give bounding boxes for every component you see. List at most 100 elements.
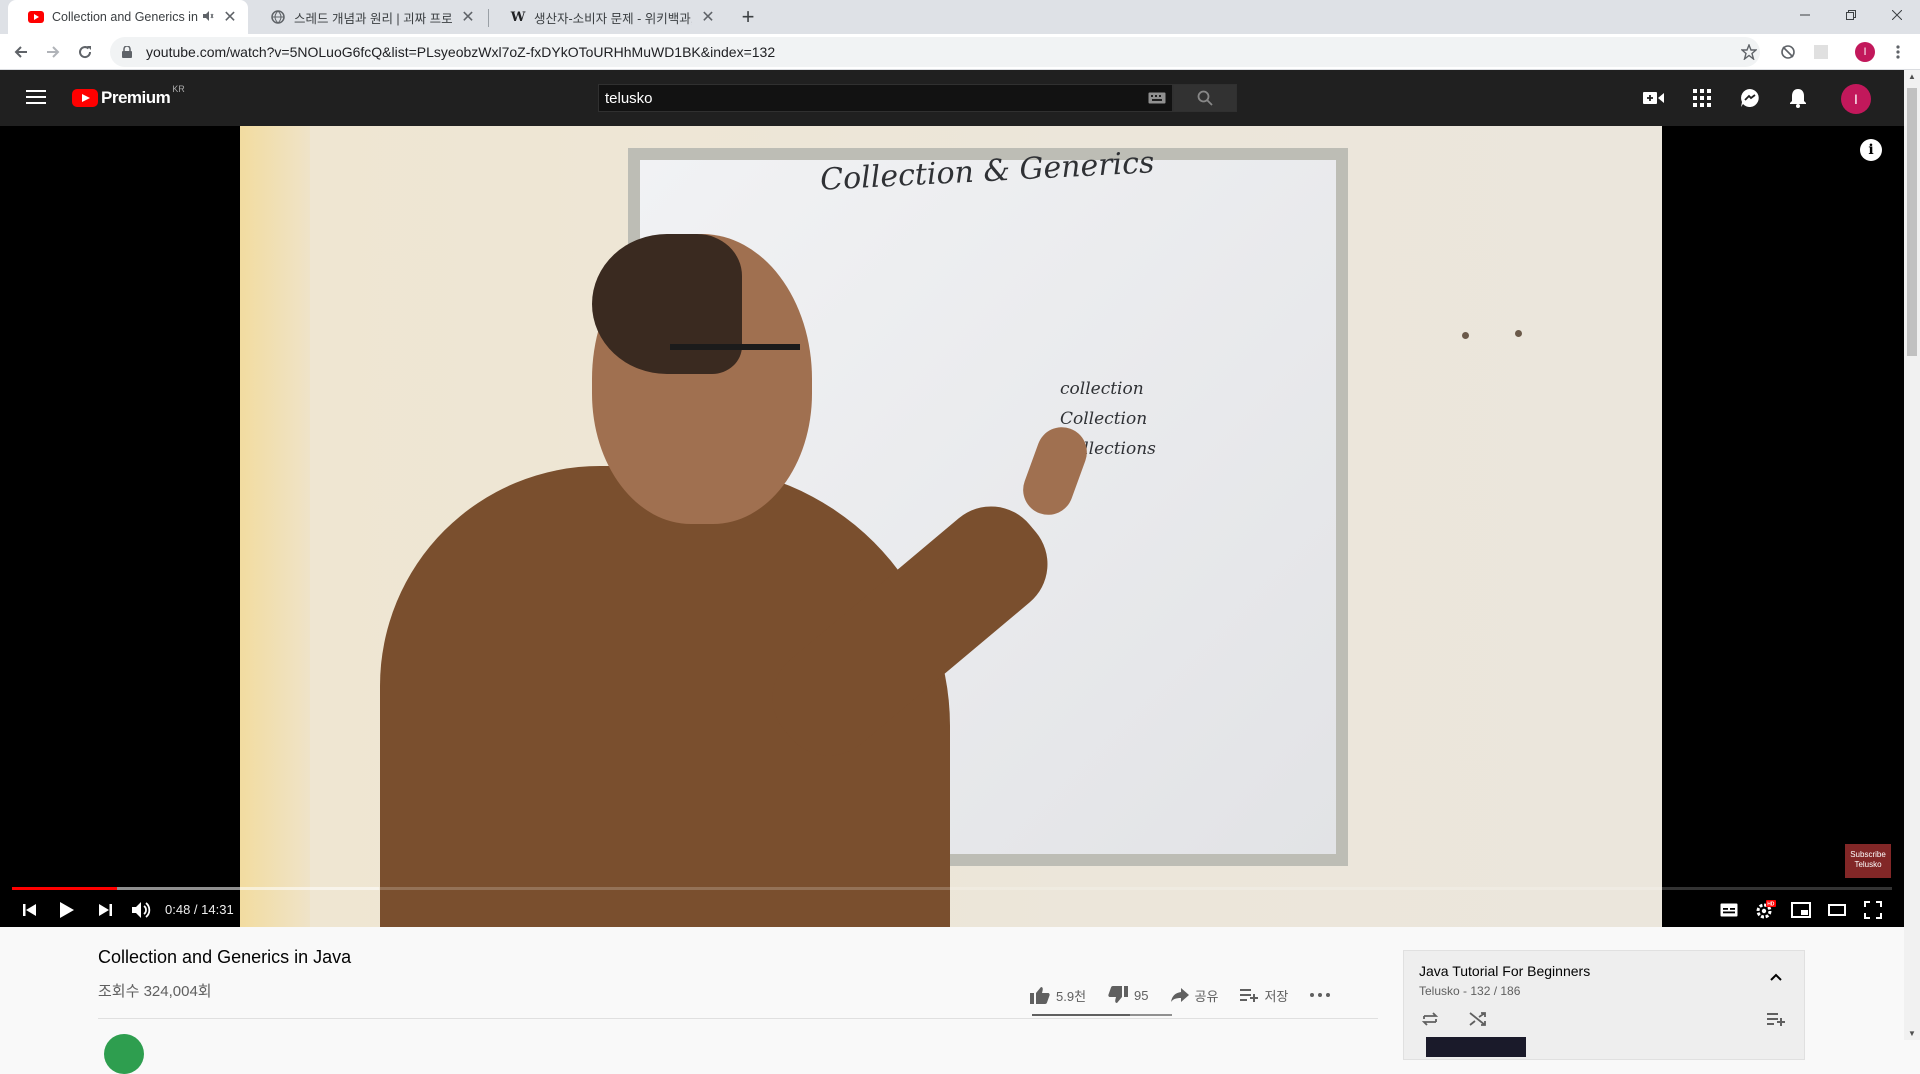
- youtube-logo[interactable]: Premium KR: [72, 84, 185, 108]
- bookmark-star-icon[interactable]: [1739, 42, 1759, 62]
- presenter-glasses: [670, 344, 800, 350]
- wikipedia-icon: W: [510, 9, 526, 25]
- search-icon: [1197, 90, 1213, 106]
- tab-close-icon[interactable]: ✕: [700, 7, 716, 27]
- restore-button[interactable]: [1828, 0, 1874, 30]
- dislike-button[interactable]: 95: [1108, 986, 1149, 1004]
- thumbs-down-icon: [1108, 986, 1129, 1003]
- back-button[interactable]: [8, 39, 34, 65]
- new-tab-button[interactable]: +: [734, 4, 762, 32]
- more-actions-button[interactable]: [1310, 993, 1336, 997]
- share-button[interactable]: 공유: [1170, 986, 1219, 1005]
- scrollbar-thumb[interactable]: [1907, 88, 1917, 356]
- whiteboard-word: collection: [1060, 379, 1144, 399]
- time-separator: /: [190, 902, 202, 917]
- logo-region: KR: [172, 84, 185, 94]
- channel-watermark[interactable]: Subscribe Telusko: [1845, 844, 1891, 878]
- next-video-icon[interactable]: [90, 895, 120, 925]
- progress-bar[interactable]: [12, 887, 1892, 890]
- url-text[interactable]: youtube.com/watch?v=5NOLuoG6fcQ&list=PLs…: [146, 44, 775, 60]
- playlist-title[interactable]: Java Tutorial For Beginners: [1419, 963, 1590, 979]
- save-label: 저장: [1264, 988, 1289, 1004]
- create-video-icon[interactable]: [1642, 86, 1666, 110]
- apps-grid-icon[interactable]: [1690, 86, 1714, 110]
- current-time: 0:48: [165, 902, 191, 917]
- fullscreen-icon[interactable]: [1858, 895, 1888, 925]
- svg-text:HD: HD: [1767, 902, 1775, 908]
- tab-close-icon[interactable]: ✕: [460, 7, 476, 27]
- video-frame: Collection & Generics collection Collect…: [240, 126, 1662, 927]
- minimize-button[interactable]: [1782, 0, 1828, 30]
- browser-menu-icon[interactable]: [1888, 42, 1908, 62]
- tab-separator: [488, 9, 489, 27]
- notifications-bell-icon[interactable]: [1786, 86, 1810, 110]
- search-button[interactable]: [1173, 84, 1237, 112]
- youtube-masthead: Premium KR I: [0, 70, 1904, 126]
- share-label: 공유: [1194, 988, 1219, 1004]
- messages-icon[interactable]: [1738, 86, 1762, 110]
- info-icon[interactable]: i: [1860, 139, 1882, 161]
- channel-avatar[interactable]: [104, 1034, 144, 1074]
- playlist-subtitle: Telusko - 132 / 186: [1419, 984, 1521, 998]
- browser-toolbar: youtube.com/watch?v=5NOLuoG6fcQ&list=PLs…: [0, 34, 1920, 70]
- play-icon[interactable]: [52, 895, 82, 925]
- scroll-up-arrow-icon[interactable]: ▲: [1908, 72, 1916, 81]
- view-count: 조회수 324,004회: [98, 983, 212, 1000]
- address-bar[interactable]: youtube.com/watch?v=5NOLuoG6fcQ&list=PLs…: [110, 37, 1760, 67]
- thumbs-up-icon: [1030, 987, 1050, 1004]
- playlist-add-icon: [1240, 989, 1259, 1002]
- chevron-up-icon[interactable]: [1764, 965, 1788, 989]
- tab-close-icon[interactable]: ✕: [222, 7, 238, 27]
- tab-wikipedia[interactable]: W 생산자-소비자 문제 - 위키백과, ✕: [490, 0, 726, 34]
- close-window-button[interactable]: [1874, 0, 1920, 30]
- miniplayer-icon[interactable]: [1786, 895, 1816, 925]
- browser-tab-strip: Collection and Generics in Java ✕ 스레드 개념…: [0, 0, 1920, 34]
- reload-button[interactable]: [72, 39, 98, 65]
- extension-icon[interactable]: [1811, 42, 1831, 62]
- search-input[interactable]: [599, 89, 1142, 107]
- video-player[interactable]: Collection & Generics collection Collect…: [0, 126, 1904, 927]
- like-ratio-bar: [1032, 1014, 1172, 1016]
- playlist-save-icon[interactable]: [1764, 1007, 1788, 1031]
- more-horizontal-icon: [1310, 993, 1331, 997]
- tab-title: 생산자-소비자 문제 - 위키백과,: [534, 11, 692, 26]
- loop-icon[interactable]: [1418, 1007, 1442, 1031]
- duration: 14:31: [201, 902, 234, 917]
- divider: [98, 1018, 1378, 1019]
- globe-icon: [270, 9, 286, 25]
- keyboard-icon[interactable]: [1142, 85, 1172, 111]
- theater-mode-icon[interactable]: [1822, 895, 1852, 925]
- settings-gear-icon[interactable]: HD: [1750, 895, 1780, 925]
- player-controls: 0:48 / 14:31 HD: [0, 893, 1904, 927]
- time-display: 0:48 / 14:31: [165, 902, 234, 917]
- tab-youtube[interactable]: Collection and Generics in Java ✕: [8, 0, 248, 34]
- youtube-play-logo-icon: [72, 89, 98, 107]
- tab-audio-icon[interactable]: [202, 10, 214, 25]
- volume-icon[interactable]: [126, 895, 156, 925]
- video-title: Collection and Generics in Java: [98, 947, 352, 967]
- playlist-video-thumbnail[interactable]: [1426, 1037, 1526, 1057]
- like-button[interactable]: 5.9천: [1030, 986, 1086, 1005]
- previous-video-icon[interactable]: [15, 895, 45, 925]
- browser-profile-avatar[interactable]: I: [1855, 42, 1875, 62]
- extension-sync-icon[interactable]: [1778, 42, 1798, 62]
- scroll-down-arrow-icon[interactable]: ▼: [1908, 1029, 1916, 1038]
- page-scrollbar[interactable]: ▲ ▼: [1904, 70, 1920, 1040]
- dislike-count: 95: [1134, 987, 1149, 1003]
- playlist-panel: Java Tutorial For Beginners Telusko - 13…: [1403, 950, 1805, 1060]
- search-box: [598, 84, 1173, 112]
- video-actions: 5.9천 95 공유 저장: [1030, 980, 1358, 1010]
- shuffle-icon[interactable]: [1466, 1007, 1490, 1031]
- tab-thread-article[interactable]: 스레드 개념과 원리 | 괴짜 프로그래머 ✕: [250, 0, 486, 34]
- guide-menu-icon[interactable]: [24, 86, 48, 110]
- save-button[interactable]: 저장: [1240, 986, 1288, 1005]
- like-count: 5.9천: [1056, 988, 1087, 1004]
- progress-played: [12, 887, 118, 890]
- lock-icon[interactable]: [122, 46, 138, 58]
- forward-button[interactable]: [40, 39, 66, 65]
- account-avatar[interactable]: I: [1841, 84, 1871, 114]
- tab-title: Collection and Generics in Java: [52, 10, 198, 24]
- tab-title: 스레드 개념과 원리 | 괴짜 프로그래머: [294, 11, 452, 26]
- subtitles-icon[interactable]: [1714, 895, 1744, 925]
- youtube-icon: [28, 9, 44, 25]
